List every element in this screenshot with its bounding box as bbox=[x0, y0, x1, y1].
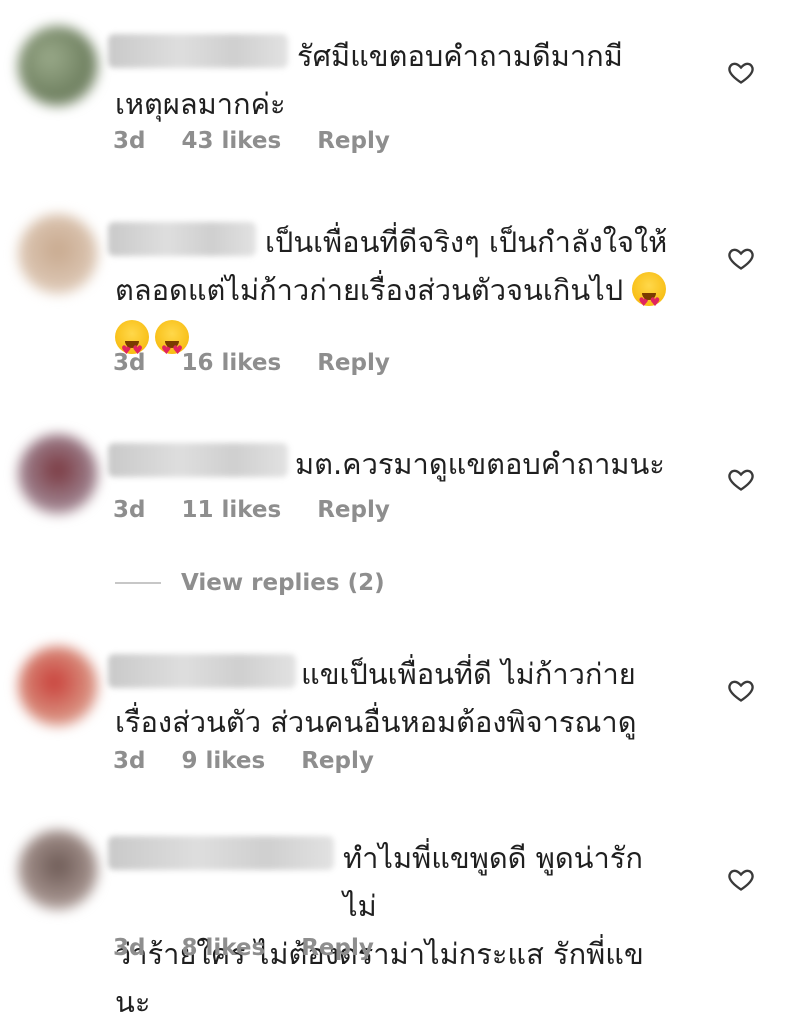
comment-text: ทำไมพี่แขพูดดี พูดน่ารักไม่ ว่าร้ายใคร ไ… bbox=[115, 834, 675, 1026]
comment-text-line-2-row: ตลอดแต่ไม่ก้าวก่ายเรื่องส่วนตัวจนเกินไป bbox=[115, 266, 675, 326]
likes-count[interactable]: 9 likes bbox=[181, 748, 265, 774]
comment-meta: 3d 9 likes Reply bbox=[113, 748, 374, 774]
comment-text-line-1: เป็นเพื่อนที่ดีจริงๆ เป็นกำลังใจให้ bbox=[265, 225, 668, 259]
likes-count[interactable]: 43 likes bbox=[181, 128, 281, 154]
avatar[interactable] bbox=[18, 434, 98, 514]
reply-button[interactable]: Reply bbox=[317, 128, 390, 154]
comment-text: รัศมีแขตอบคำถามดีมากมี เหตุผลมากค่ะ bbox=[115, 32, 675, 128]
comment-text-line-2: ตลอดแต่ไม่ก้าวก่ายเรื่องส่วนตัวจนเกินไป bbox=[115, 273, 624, 307]
avatar[interactable] bbox=[18, 830, 98, 910]
comment-meta: 3d 16 likes Reply bbox=[113, 350, 390, 376]
comment-time: 3d bbox=[113, 350, 146, 376]
likes-count[interactable]: 11 likes bbox=[181, 497, 281, 523]
view-replies-button[interactable]: View replies (2) bbox=[115, 570, 385, 596]
avatar[interactable] bbox=[18, 26, 98, 106]
comment-time: 3d bbox=[113, 128, 146, 154]
comment-meta: 3d 43 likes Reply bbox=[113, 128, 390, 154]
heart-outline-icon[interactable] bbox=[727, 58, 755, 86]
likes-count[interactable]: 16 likes bbox=[181, 350, 281, 376]
comment-text-line-2: เหตุผลมากค่ะ bbox=[115, 87, 286, 121]
heart-outline-icon[interactable] bbox=[727, 676, 755, 704]
heart-eyes-emoji-icon bbox=[632, 272, 667, 326]
reply-button[interactable]: Reply bbox=[301, 935, 374, 961]
comment-text-line-1: มต.ควรมาดูแขตอบคำถามนะ bbox=[295, 447, 665, 481]
comment-text-line-1: แขเป็นเพื่อนที่ดี ไม่ก้าวก่าย bbox=[301, 657, 636, 691]
reply-button[interactable]: Reply bbox=[301, 748, 374, 774]
comment-text-line-2: เรื่องส่วนตัว ส่วนคนอื่นหอมต้องพิจารณาดู bbox=[115, 705, 637, 739]
comment-time: 3d bbox=[113, 935, 146, 961]
heart-eyes-emoji-icon bbox=[115, 320, 149, 374]
heart-eyes-emoji-icon bbox=[155, 320, 189, 374]
comment-meta: 3d 8 likes Reply bbox=[113, 935, 374, 961]
heart-outline-icon[interactable] bbox=[727, 465, 755, 493]
reply-button[interactable]: Reply bbox=[317, 497, 390, 523]
comment-time: 3d bbox=[113, 497, 146, 523]
view-replies-label: View replies (2) bbox=[181, 570, 385, 596]
avatar[interactable] bbox=[18, 214, 98, 294]
heart-outline-icon[interactable] bbox=[727, 244, 755, 272]
comment-text: เป็นเพื่อนที่ดีจริงๆ เป็นกำลังใจให้ ตลอด… bbox=[115, 218, 675, 374]
comment-time: 3d bbox=[113, 748, 146, 774]
comment-text-line-1: รัศมีแขตอบคำถามดีมากมี bbox=[297, 39, 623, 73]
likes-count[interactable]: 8 likes bbox=[181, 935, 265, 961]
heart-outline-icon[interactable] bbox=[727, 865, 755, 893]
comment-text: มต.ควรมาดูแขตอบคำถามนะ bbox=[115, 440, 675, 488]
avatar[interactable] bbox=[18, 646, 98, 726]
comment-text-line-1: ทำไมพี่แขพูดดี พูดน่ารักไม่ bbox=[343, 841, 643, 923]
comment-text: แขเป็นเพื่อนที่ดี ไม่ก้าวก่าย เรื่องส่วน… bbox=[115, 650, 675, 746]
reply-button[interactable]: Reply bbox=[317, 350, 390, 376]
comment-meta: 3d 11 likes Reply bbox=[113, 497, 390, 523]
replies-divider bbox=[115, 582, 161, 584]
